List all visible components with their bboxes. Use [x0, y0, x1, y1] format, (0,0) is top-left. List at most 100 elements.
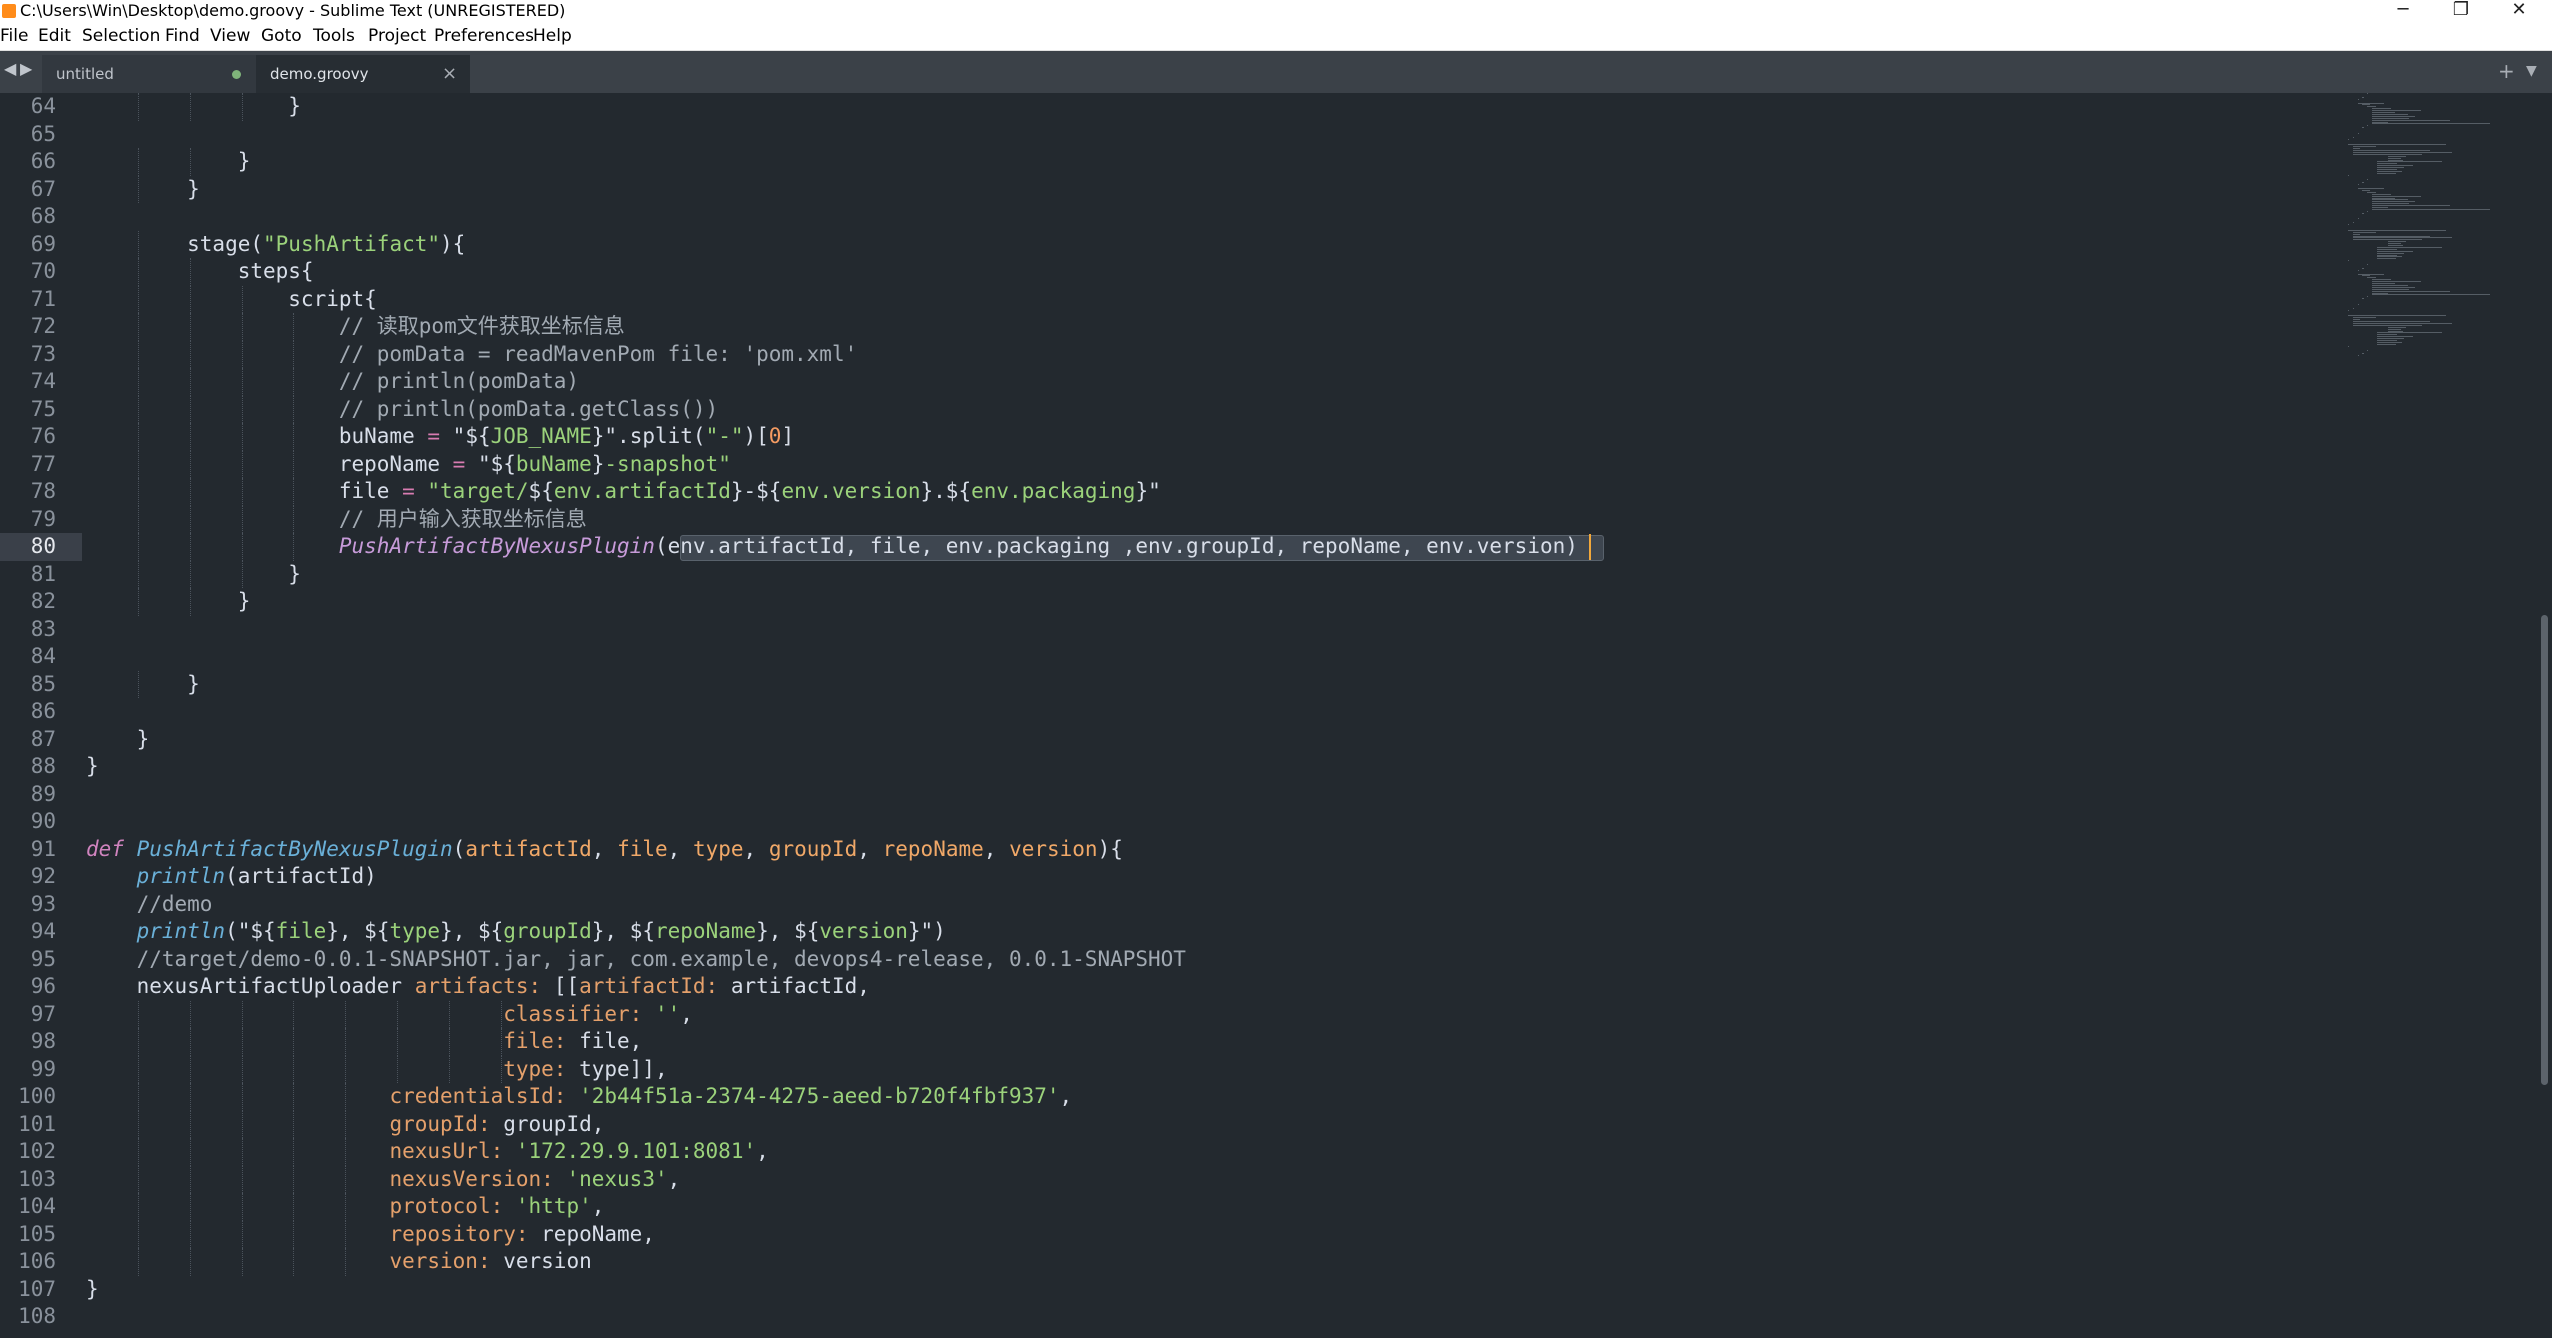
code-line[interactable]: println("${file}, ${type}, ${groupId}, $… — [86, 918, 2336, 946]
code-line[interactable]: } — [86, 1276, 2336, 1304]
minimap-line — [2352, 151, 2453, 153]
menu-project[interactable]: Project — [368, 22, 426, 50]
code-line[interactable]: repository: repoName, — [86, 1221, 2336, 1249]
vertical-scrollbar[interactable] — [2537, 93, 2552, 1338]
minimap-line — [2387, 330, 2404, 332]
code-line[interactable]: //demo — [86, 891, 2336, 919]
code-line[interactable]: nexusVersion: 'nexus3', — [86, 1166, 2336, 1194]
code-line[interactable]: groupId: groupId, — [86, 1111, 2336, 1139]
code-line[interactable]: } — [86, 148, 2336, 176]
minimap-line — [2387, 157, 2401, 159]
minimap-line — [2372, 281, 2422, 283]
close-tab-icon[interactable]: × — [442, 55, 457, 93]
code-line[interactable]: } — [86, 726, 2336, 754]
code-line[interactable]: steps{ — [86, 258, 2336, 286]
code-line[interactable]: nexusArtifactUploader artifacts: [[artif… — [86, 973, 2336, 1001]
tab-untitled[interactable]: untitled — [42, 55, 256, 93]
minimap-line — [2372, 115, 2416, 117]
window-title: C:\Users\Win\Desktop\demo.groovy - Subli… — [20, 1, 566, 20]
tab-list-icon[interactable]: ▼ — [2526, 63, 2537, 79]
scrollbar-thumb[interactable] — [2541, 615, 2548, 1085]
menu-preferences[interactable]: Preferences — [434, 22, 534, 50]
menu-find[interactable]: Find — [165, 22, 200, 50]
new-tab-icon[interactable]: + — [2498, 59, 2515, 83]
minimap[interactable] — [2340, 93, 2540, 363]
close-window-button[interactable]: ✕ — [2490, 0, 2548, 22]
code-line[interactable]: script{ — [86, 286, 2336, 314]
line-number: 67 — [30, 176, 56, 201]
line-number: 68 — [30, 204, 56, 228]
minimap-line — [2367, 191, 2376, 193]
code-line[interactable]: buName = "${JOB_NAME}".split("-")[0] — [86, 423, 2336, 451]
code-line[interactable]: repoName = "${buName}-snapshot" — [86, 451, 2336, 479]
code-line[interactable]: } — [86, 93, 2336, 121]
minimap-line — [2362, 267, 2364, 269]
code-line[interactable]: def PushArtifactByNexusPlugin(artifactId… — [86, 836, 2336, 864]
minimap-line — [2352, 307, 2354, 309]
code-line[interactable]: file = "target/${env.artifactId}-${env.v… — [86, 478, 2336, 506]
minimap-line — [2376, 341, 2402, 343]
minimap-line — [2372, 201, 2416, 203]
menu-goto[interactable]: Goto — [261, 22, 302, 50]
tab-nav-forward-icon[interactable]: ▶ — [20, 59, 32, 78]
code-line[interactable]: // pomData = readMavenPom file: 'pom.xml… — [86, 341, 2336, 369]
minimap-line — [2357, 184, 2359, 186]
minimap-line — [2362, 182, 2364, 184]
minimap-line — [2372, 279, 2392, 281]
menu-file[interactable]: File — [0, 22, 28, 50]
minimap-line — [2372, 208, 2490, 210]
minimap-line — [2376, 161, 2442, 163]
code-line[interactable]: type: type]], — [86, 1056, 2336, 1084]
code-line[interactable]: // println(pomData) — [86, 368, 2336, 396]
minimap-line — [2367, 349, 2369, 351]
minimap-line — [2376, 334, 2398, 336]
code-editor[interactable]: 64 65 66 67 68 69 70 71 72 73 74 75 76 77 78 79 80 81 82 83… — [0, 93, 2552, 1338]
code-line[interactable]: //target/demo-0.0.1-SNAPSHOT.jar, jar, c… — [86, 946, 2336, 974]
minimap-line — [2352, 322, 2453, 324]
code-line[interactable]: // 读取pom文件获取坐标信息 — [86, 313, 2336, 341]
tab-demo-groovy[interactable]: demo.groovy × — [256, 55, 470, 93]
minimize-button[interactable]: ─ — [2374, 0, 2432, 22]
line-number: 90 — [30, 809, 56, 833]
minimap-line — [2372, 108, 2392, 110]
code-line[interactable]: classifier: '', — [86, 1001, 2336, 1029]
minimap-line — [2367, 106, 2376, 108]
minimap-line — [2348, 315, 2447, 317]
code-line[interactable]: } — [86, 561, 2336, 589]
minimap-line — [2352, 136, 2354, 138]
menu-tools[interactable]: Tools — [313, 22, 355, 50]
line-number: 99 — [30, 1056, 56, 1081]
minimap-line — [2352, 233, 2360, 235]
line-number: 80 — [30, 534, 56, 558]
code-line[interactable]: } — [86, 671, 2336, 699]
code-line[interactable]: println(artifactId) — [86, 863, 2336, 891]
code-line[interactable]: credentialsId: '2b44f51a-2374-4275-aeed-… — [86, 1083, 2336, 1111]
menu-selection[interactable]: Selection — [82, 22, 160, 50]
tab-label: untitled — [56, 65, 114, 83]
menu-view[interactable]: View — [210, 22, 250, 50]
code-line[interactable]: nexusUrl: '172.29.9.101:8081', — [86, 1138, 2336, 1166]
code-line[interactable]: version: version — [86, 1248, 2336, 1276]
minimap-line — [2387, 245, 2404, 246]
minimap-line — [2372, 119, 2450, 121]
code-line[interactable]: } — [86, 176, 2336, 204]
minimap-line — [2376, 172, 2396, 174]
tab-nav-back-icon[interactable]: ◀ — [4, 59, 16, 78]
minimap-line — [2372, 203, 2410, 205]
maximize-button[interactable]: ❐ — [2432, 0, 2490, 22]
code-line[interactable]: PushArtifactByNexusPlugin(env.artifactId… — [86, 533, 2336, 561]
minimap-line — [2352, 237, 2453, 239]
code-line[interactable]: } — [86, 753, 2336, 781]
tab-label: demo.groovy — [270, 65, 369, 83]
minimap-line — [2357, 132, 2359, 134]
code-line[interactable]: } — [86, 588, 2336, 616]
code-line[interactable]: stage("PushArtifact"){ — [86, 231, 2336, 259]
minimap-line — [2357, 273, 2384, 275]
code-line[interactable]: // 用户输入获取坐标信息 — [86, 506, 2336, 534]
code-line[interactable]: file: file, — [86, 1028, 2336, 1056]
menu-edit[interactable]: Edit — [38, 22, 71, 50]
code-line[interactable]: // println(pomData.getClass()) — [86, 396, 2336, 424]
minimap-line — [2376, 336, 2413, 338]
code-line[interactable]: protocol: 'http', — [86, 1193, 2336, 1221]
menu-help[interactable]: Help — [533, 22, 572, 50]
